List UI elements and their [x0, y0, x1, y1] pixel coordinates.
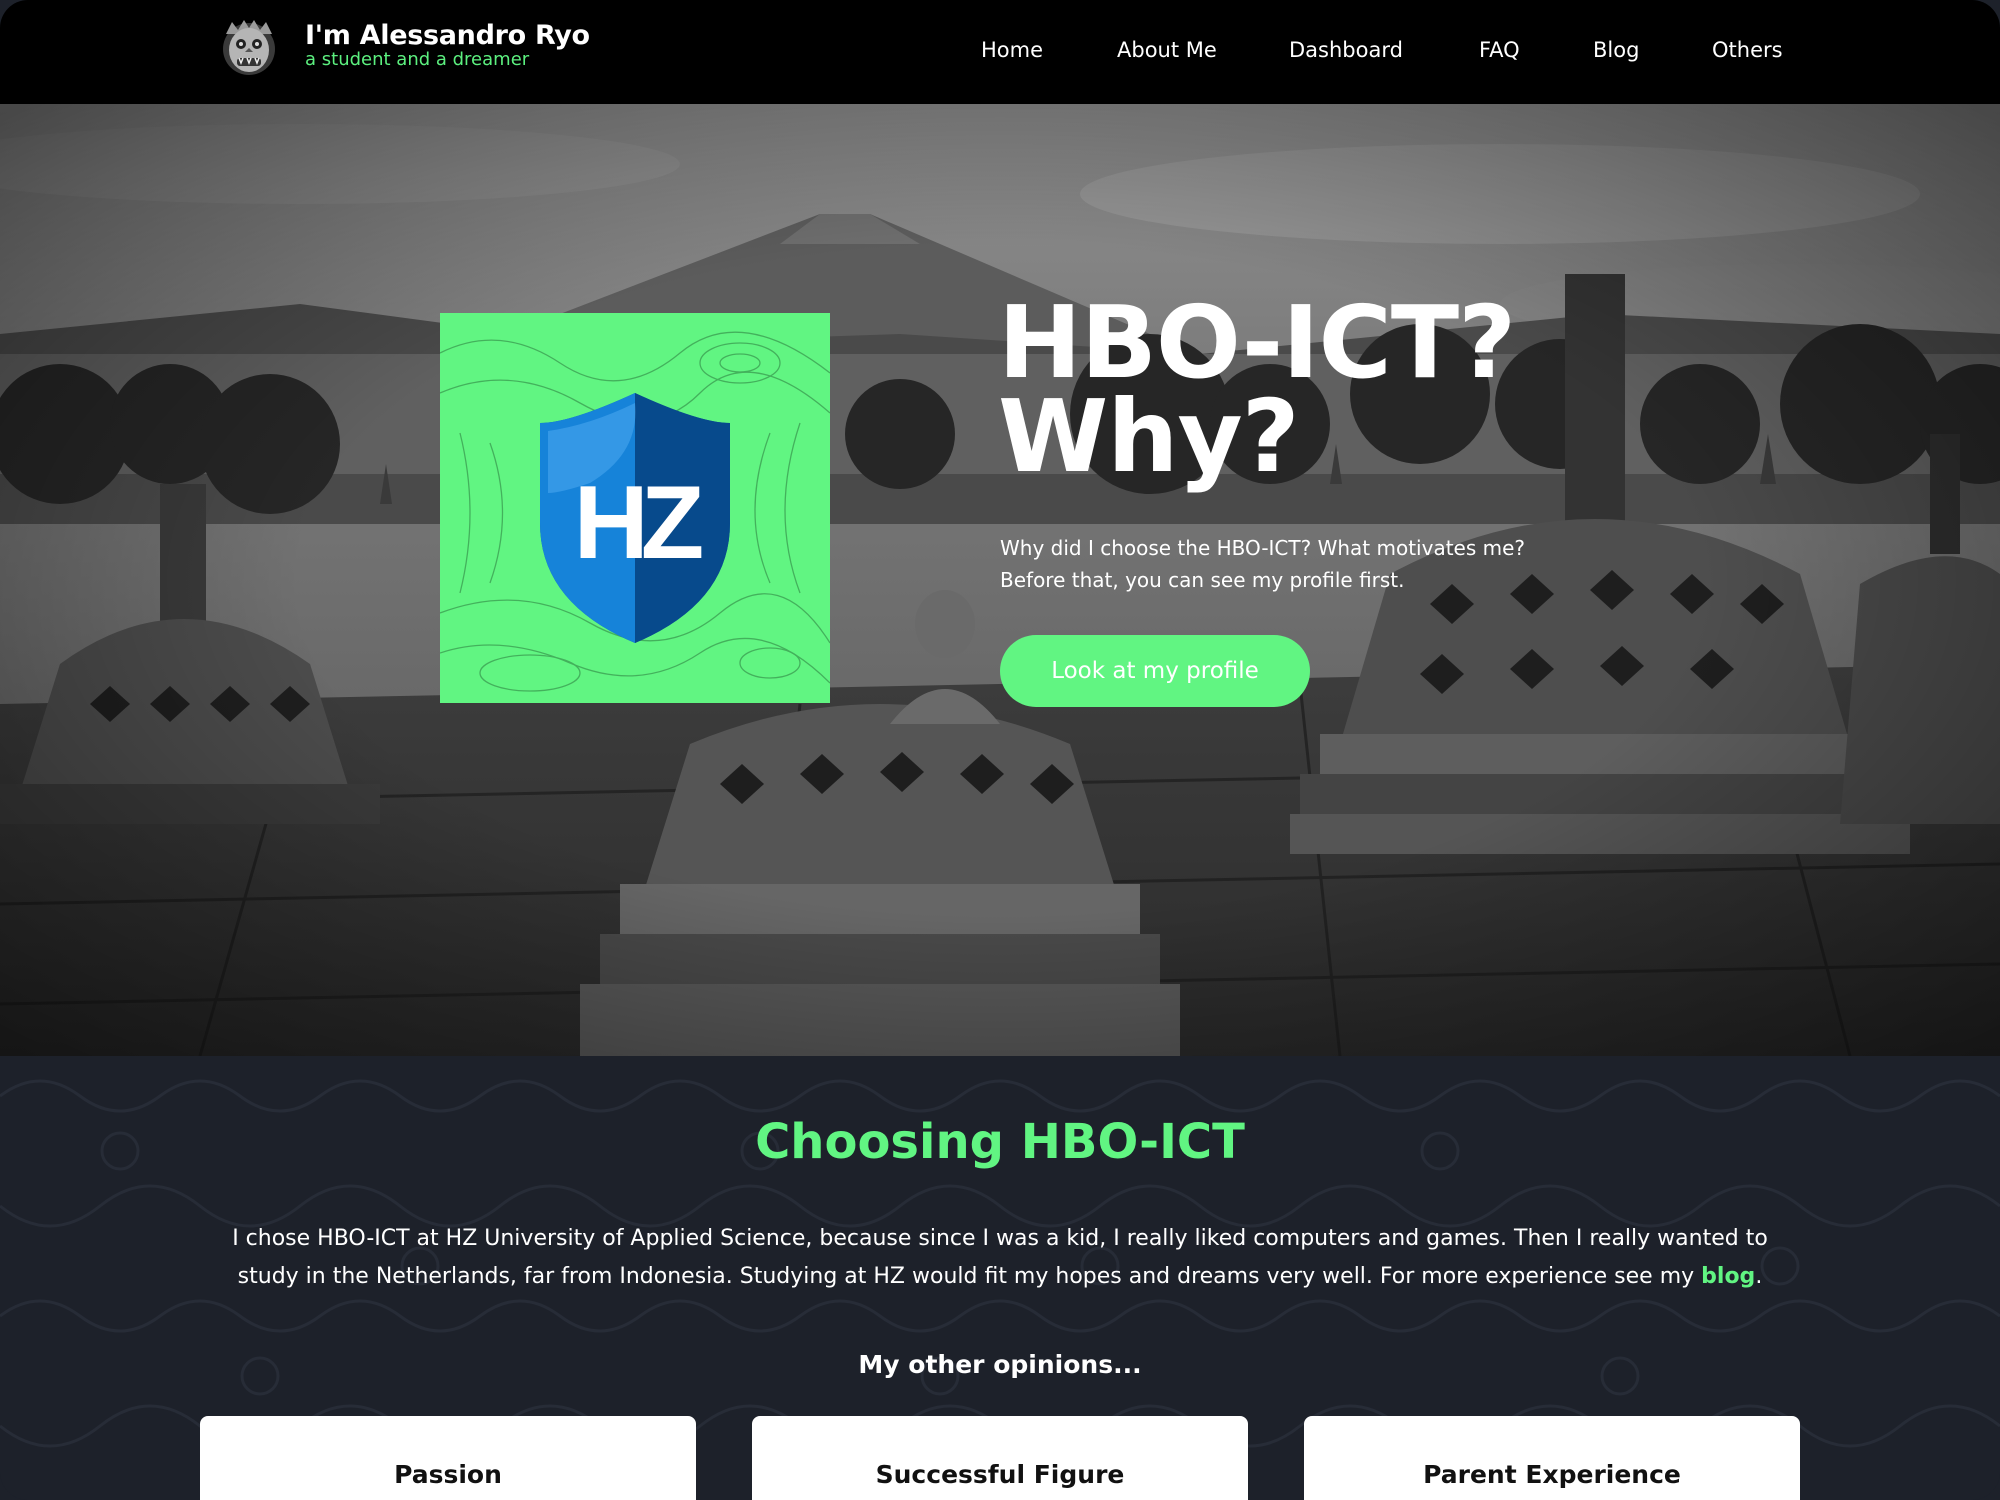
- hero-description-line-1: Why did I choose the HBO-ICT? What motiv…: [1000, 536, 1526, 560]
- hz-logo-card: HZ: [440, 313, 830, 703]
- section-paragraph: I chose HBO-ICT at HZ University of Appl…: [200, 1220, 1800, 1296]
- card-title: Parent Experience: [1423, 1460, 1681, 1489]
- section-paragraph-end: .: [1755, 1264, 1763, 1289]
- hero-section: HZ HBO-ICT? Why? Why did I choose the HB…: [0, 104, 2000, 1056]
- other-opinions-subtitle: My other opinions...: [858, 1350, 1142, 1379]
- nav-item-about-me[interactable]: About Me: [1117, 38, 1217, 62]
- nav-item-others[interactable]: Others: [1712, 38, 1783, 62]
- card-passion[interactable]: Passion: [200, 1416, 696, 1500]
- hero-description: Why did I choose the HBO-ICT? What motiv…: [1000, 532, 1620, 596]
- card-parent-experience[interactable]: Parent Experience: [1304, 1416, 1800, 1500]
- hero-description-line-2: Before that, you can see my profile firs…: [1000, 568, 1405, 592]
- choosing-section: Choosing HBO-ICT I chose HBO-ICT at HZ U…: [0, 1056, 2000, 1500]
- page-frame: I'm Alessandro Ryo a student and a dream…: [0, 0, 2000, 1500]
- brand-tagline: a student and a dreamer: [305, 49, 530, 70]
- nav-item-blog[interactable]: Blog: [1593, 38, 1639, 62]
- card-successful-figure[interactable]: Successful Figure: [752, 1416, 1248, 1500]
- hero-title-line-2: Why?: [998, 378, 1300, 495]
- nav-item-dashboard[interactable]: Dashboard: [1289, 38, 1403, 62]
- look-at-profile-button[interactable]: Look at my profile: [1000, 635, 1310, 707]
- nav-item-home[interactable]: Home: [981, 38, 1043, 62]
- barong-mask-icon[interactable]: [218, 16, 280, 78]
- card-title: Passion: [394, 1460, 502, 1489]
- section-title: Choosing HBO-ICT: [755, 1114, 1245, 1170]
- section-paragraph-text: I chose HBO-ICT at HZ University of Appl…: [232, 1226, 1768, 1289]
- nav-item-faq[interactable]: FAQ: [1479, 38, 1520, 62]
- hz-logo-text: HZ: [574, 465, 702, 581]
- hero-title-line-1: HBO-ICT?: [998, 284, 1516, 401]
- hero-title: HBO-ICT? Why?: [998, 284, 1516, 495]
- card-title: Successful Figure: [875, 1460, 1125, 1489]
- blog-link[interactable]: blog: [1701, 1264, 1755, 1289]
- brand-name[interactable]: I'm Alessandro Ryo: [305, 20, 590, 51]
- navbar: I'm Alessandro Ryo a student and a dream…: [0, 0, 2000, 104]
